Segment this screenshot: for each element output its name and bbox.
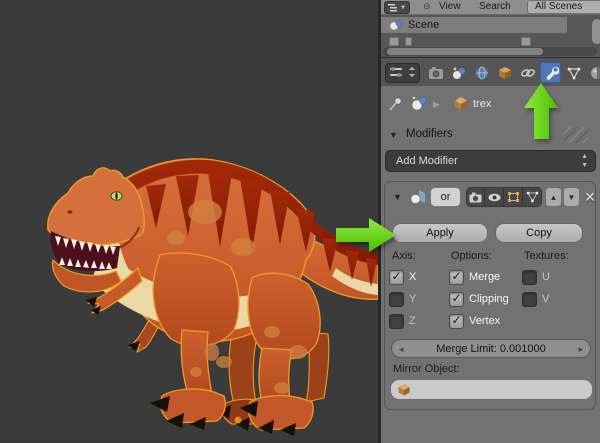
tab-object[interactable] xyxy=(494,62,515,83)
eye-icon xyxy=(488,193,500,201)
checkbox-icon xyxy=(389,269,404,285)
menu-search[interactable]: Search xyxy=(479,1,511,12)
merge-limit-slider[interactable]: ◂ Merge Limit: 0.001000 ▸ xyxy=(391,339,591,358)
trex-model[interactable] xyxy=(0,0,380,443)
properties-icon xyxy=(390,67,415,77)
breadcrumb-object-name: trex xyxy=(473,98,492,110)
tab-material[interactable] xyxy=(586,62,600,83)
tab-scene[interactable] xyxy=(448,62,469,83)
editmode-icon xyxy=(507,192,519,202)
properties-editor-type-button[interactable] xyxy=(385,63,420,83)
tree-row-scene[interactable]: Scene xyxy=(381,17,567,33)
panel-title: Modifiers xyxy=(406,128,453,140)
modifier-name-field[interactable]: or xyxy=(430,187,461,207)
on-cage-icon xyxy=(526,191,538,203)
outliner-hscrollbar-thumb[interactable] xyxy=(387,48,543,55)
trex-cube-icon xyxy=(455,97,467,110)
checkbox-merge[interactable]: Merge xyxy=(449,269,501,285)
slider-right-arrow-icon[interactable]: ▸ xyxy=(578,340,583,358)
checkbox-icon xyxy=(449,313,464,329)
modifier-expand-icon[interactable]: ▼ xyxy=(393,192,402,202)
tab-world[interactable] xyxy=(471,62,492,83)
checkbox-label: X xyxy=(409,271,417,283)
checkbox-label: Y xyxy=(409,293,417,305)
outliner-editor-type-button[interactable]: ▼ xyxy=(384,1,410,14)
apply-button[interactable]: Apply xyxy=(392,223,488,243)
checkbox-axis-y[interactable]: Y xyxy=(389,291,417,307)
camera-icon xyxy=(469,192,482,202)
toggle-on-cage[interactable] xyxy=(523,187,542,207)
tree-child-icon xyxy=(389,37,399,46)
menu-view[interactable]: View xyxy=(439,1,461,12)
annotation-arrow-right xyxy=(336,218,396,252)
viewport-3d[interactable] xyxy=(0,0,380,443)
checkbox-icon xyxy=(522,269,537,285)
material-sphere-icon xyxy=(590,66,600,79)
mirror-modifier-icon xyxy=(410,190,425,204)
tree-child-icon xyxy=(405,37,412,46)
checkbox-label: Clipping xyxy=(469,293,509,305)
add-modifier-label: Add Modifier xyxy=(396,155,458,167)
tree-row-label: Scene xyxy=(408,19,440,31)
trex-far-leg xyxy=(228,329,259,405)
checkbox-texture-u[interactable]: U xyxy=(522,269,550,285)
outliner-icon xyxy=(388,3,397,11)
all-scenes-dropdown[interactable]: All Scenes xyxy=(527,0,600,14)
toggle-viewport-visibility[interactable] xyxy=(485,187,504,207)
copy-button[interactable]: Copy xyxy=(495,223,583,243)
dropdown-arrows-icon: ▲ ▼ xyxy=(581,153,588,169)
cube-icon xyxy=(498,66,511,79)
pin-icon xyxy=(389,97,402,111)
checkbox-clipping[interactable]: Clipping xyxy=(449,291,509,307)
checkbox-icon xyxy=(449,269,464,285)
blender-window: ▼ ⊖ View Search All Scenes Scene ▶ trex … xyxy=(0,0,600,443)
camera-icon xyxy=(428,66,443,79)
ghost-minus-icon: ⊖ xyxy=(423,1,431,11)
options-column-header: Options: xyxy=(451,250,492,262)
checkbox-icon xyxy=(449,291,464,307)
checkbox-icon xyxy=(522,291,537,307)
checkbox-icon xyxy=(389,313,404,329)
checkbox-label: Vertex xyxy=(469,315,501,327)
breadcrumb-arrow-icon: ▶ xyxy=(433,99,440,109)
annotation-arrow-up xyxy=(524,83,558,139)
modifier-delete-button[interactable]: ✕ xyxy=(581,187,599,207)
mirror-modifier-box: ▼ or ▲ ▼ ✕ Apply Copy Axis: Options: Tex… xyxy=(384,181,596,410)
tree-child-icon xyxy=(521,37,531,46)
chevron-down-icon: ▼ xyxy=(400,4,406,11)
right-column: ▼ ⊖ View Search All Scenes Scene ▶ trex … xyxy=(381,0,600,443)
scene-icon xyxy=(389,20,403,31)
modifier-move-down-button[interactable]: ▼ xyxy=(563,187,580,207)
checkbox-axis-z[interactable]: Z xyxy=(389,313,416,329)
checkbox-label: Merge xyxy=(469,271,501,283)
trex-nostril xyxy=(67,210,73,214)
outliner-header: ▼ ⊖ View Search All Scenes xyxy=(381,0,600,15)
object-data-icon xyxy=(411,96,427,111)
modifier-display-toggles xyxy=(466,187,542,207)
world-icon xyxy=(475,66,488,79)
outliner-tree: Scene xyxy=(381,15,600,57)
mirror-object-field[interactable] xyxy=(390,379,593,400)
add-modifier-dropdown[interactable]: Add Modifier ▲ ▼ xyxy=(385,150,596,172)
checkbox-texture-v[interactable]: V xyxy=(522,291,550,307)
slider-left-arrow-icon[interactable]: ◂ xyxy=(399,340,404,358)
tab-render[interactable] xyxy=(425,62,446,83)
toggle-render-visibility[interactable] xyxy=(466,187,485,207)
checkbox-label: Z xyxy=(409,315,416,327)
toggle-editmode-display[interactable] xyxy=(504,187,523,207)
checkbox-label: U xyxy=(542,271,550,283)
panel-expand-icon: ▼ xyxy=(389,130,398,140)
checkbox-icon xyxy=(389,291,404,307)
mirror-object-label: Mirror Object: xyxy=(393,363,460,375)
checkbox-label: V xyxy=(542,293,550,305)
textures-column-header: Textures: xyxy=(524,250,569,262)
modifier-move-up-button[interactable]: ▲ xyxy=(545,187,562,207)
scene-balls-icon xyxy=(452,67,465,79)
outliner-vscrollbar-thumb[interactable] xyxy=(592,19,600,44)
checkbox-axis-x[interactable]: X xyxy=(389,269,417,285)
cube-icon xyxy=(398,384,410,396)
merge-limit-value: Merge Limit: 0.001000 xyxy=(436,343,546,355)
checkbox-vertex[interactable]: Vertex xyxy=(449,313,501,329)
